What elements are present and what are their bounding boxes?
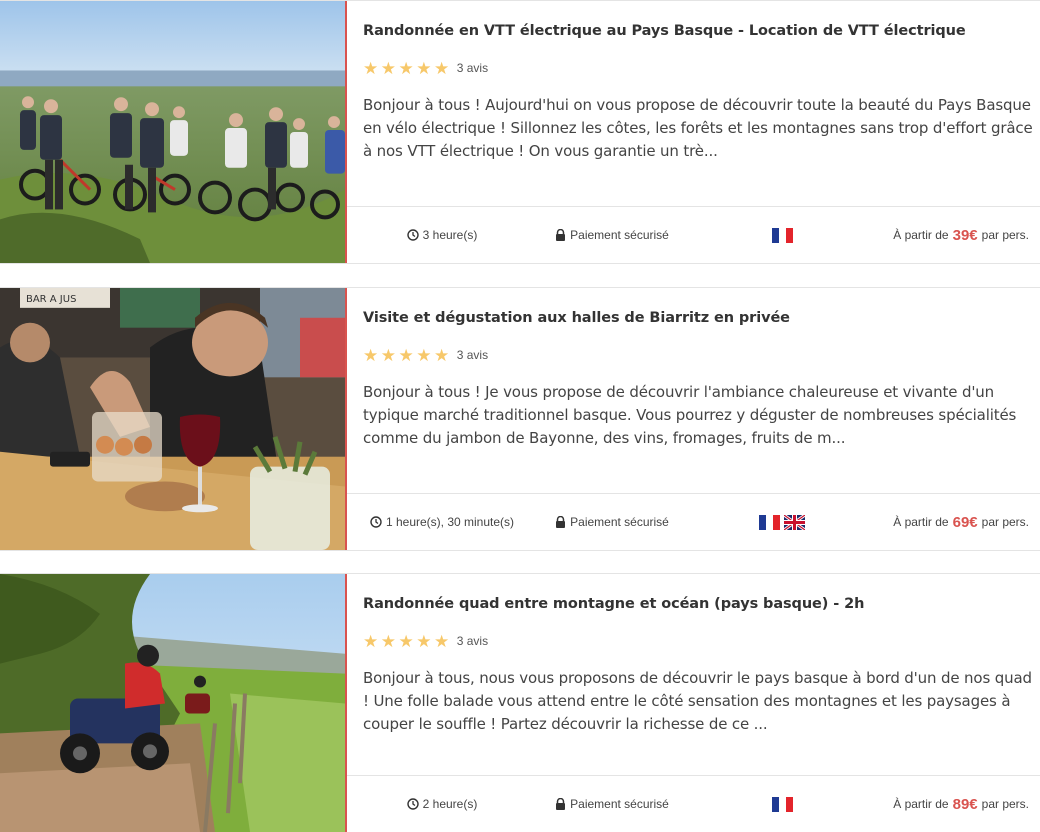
star-icon: ★ xyxy=(363,631,379,651)
price-suffix: par pers. xyxy=(981,228,1029,242)
listing-card[interactable]: BAR A JUS Visite et dégustation aux hall… xyxy=(0,287,1040,551)
price-amount: 39€ xyxy=(952,226,978,244)
star-icon: ★ xyxy=(398,345,414,365)
star-icon: ★ xyxy=(363,58,379,78)
listing-footer: 2 heure(s) Paiement sécurisé À partir de… xyxy=(347,775,1040,832)
star-icon: ★ xyxy=(380,345,396,365)
star-icon: ★ xyxy=(363,345,379,365)
duration: 1 heure(s), 30 minute(s) xyxy=(357,494,527,550)
price-prefix: À partir de xyxy=(893,228,949,242)
listing-photo-ebike[interactable] xyxy=(0,1,345,263)
secure-payment: Paiement sécurisé xyxy=(537,494,687,550)
price-amount: 89€ xyxy=(952,795,978,813)
price: À partir de 69€ par pers. xyxy=(893,494,1029,550)
listing-content: Visite et dégustation aux halles de Biar… xyxy=(347,288,1040,550)
duration: 2 heure(s) xyxy=(357,776,527,832)
star-icon: ★ xyxy=(380,631,396,651)
duration-text: 3 heure(s) xyxy=(422,228,478,242)
lock-icon xyxy=(556,229,566,241)
star-icon: ★ xyxy=(434,345,450,365)
star-icon: ★ xyxy=(416,345,432,365)
price: À partir de 39€ par pers. xyxy=(893,207,1029,263)
listing-footer: 1 heure(s), 30 minute(s) Paiement sécuri… xyxy=(347,493,1040,550)
france-flag-icon xyxy=(771,227,793,243)
languages xyxy=(727,776,837,832)
france-flag-icon xyxy=(759,514,780,530)
listing-content: Randonnée quad entre montagne et océan (… xyxy=(347,574,1040,832)
rating: ★ ★ ★ ★ ★ 3 avis xyxy=(363,632,488,650)
rating: ★ ★ ★ ★ ★ 3 avis xyxy=(363,59,488,77)
star-icon: ★ xyxy=(416,631,432,651)
price-suffix: par pers. xyxy=(981,515,1029,529)
duration-text: 1 heure(s), 30 minute(s) xyxy=(385,515,515,529)
listing-description: Bonjour à tous, nous vous proposons de d… xyxy=(363,669,1032,733)
star-icon: ★ xyxy=(434,58,450,78)
price-suffix: par pers. xyxy=(981,797,1029,811)
listing-card[interactable]: Randonnée quad entre montagne et océan (… xyxy=(0,573,1040,832)
secure-payment-text: Paiement sécurisé xyxy=(570,797,669,811)
star-icon: ★ xyxy=(434,631,450,651)
price: À partir de 89€ par pers. xyxy=(893,776,1029,832)
star-icon: ★ xyxy=(398,631,414,651)
languages xyxy=(727,494,837,550)
uk-flag-icon xyxy=(784,514,805,530)
listing-card[interactable]: Randonnée en VTT électrique au Pays Basq… xyxy=(0,0,1040,264)
listing-photo-market[interactable]: BAR A JUS xyxy=(0,288,345,550)
star-icon: ★ xyxy=(380,58,396,78)
listing-footer: 3 heure(s) Paiement sécurisé À partir de… xyxy=(347,206,1040,263)
lock-icon xyxy=(556,798,566,810)
photo-sign-text: BAR A JUS xyxy=(26,294,76,305)
lock-icon xyxy=(556,516,566,528)
clock-icon xyxy=(370,516,382,528)
listing-title[interactable]: Randonnée quad entre montagne et océan (… xyxy=(363,596,864,612)
france-flag-icon xyxy=(771,796,793,812)
photo-quad-ride xyxy=(0,574,345,832)
review-count[interactable]: 3 avis xyxy=(457,348,488,362)
secure-payment-text: Paiement sécurisé xyxy=(570,515,669,529)
star-icon: ★ xyxy=(398,58,414,78)
listing-description: Bonjour à tous ! Aujourd'hui on vous pro… xyxy=(363,96,1033,160)
price-prefix: À partir de xyxy=(893,515,949,529)
star-icon: ★ xyxy=(416,58,432,78)
secure-payment: Paiement sécurisé xyxy=(537,207,687,263)
listing-photo-quad[interactable] xyxy=(0,574,345,832)
review-count[interactable]: 3 avis xyxy=(457,634,488,648)
listing-description: Bonjour à tous ! Je vous propose de déco… xyxy=(363,383,1017,447)
listing-content: Randonnée en VTT électrique au Pays Basq… xyxy=(347,1,1040,263)
clock-icon xyxy=(406,229,419,241)
price-prefix: À partir de xyxy=(893,797,949,811)
review-count[interactable]: 3 avis xyxy=(457,61,488,75)
photo-market-tasting: BAR A JUS xyxy=(0,288,345,550)
languages xyxy=(727,207,837,263)
secure-payment-text: Paiement sécurisé xyxy=(570,228,669,242)
listing-title[interactable]: Visite et dégustation aux halles de Biar… xyxy=(363,310,790,326)
rating: ★ ★ ★ ★ ★ 3 avis xyxy=(363,346,488,364)
price-amount: 69€ xyxy=(952,513,978,531)
photo-ebike-group xyxy=(0,1,345,263)
secure-payment: Paiement sécurisé xyxy=(537,776,687,832)
duration: 3 heure(s) xyxy=(357,207,527,263)
clock-icon xyxy=(406,798,419,810)
duration-text: 2 heure(s) xyxy=(422,797,478,811)
listing-title[interactable]: Randonnée en VTT électrique au Pays Basq… xyxy=(363,23,966,39)
